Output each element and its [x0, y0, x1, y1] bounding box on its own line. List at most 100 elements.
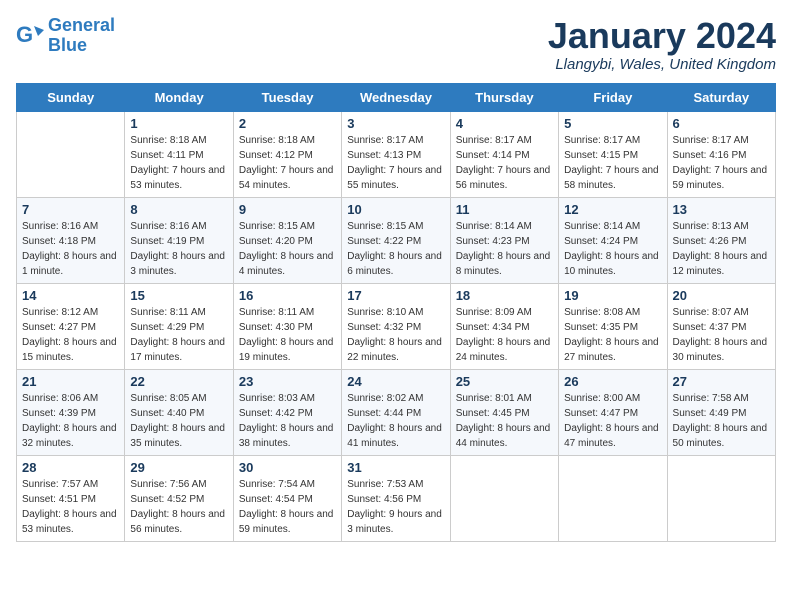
day-info: Sunrise: 7:58 AMSunset: 4:49 PMDaylight:… [673, 391, 770, 451]
header-thursday: Thursday [450, 83, 558, 111]
day-number: 25 [456, 374, 553, 389]
cell-1-2: 1Sunrise: 8:18 AMSunset: 4:11 PMDaylight… [125, 111, 233, 197]
title-block: January 2024 Llangybi, Wales, United Kin… [548, 16, 776, 73]
day-number: 5 [564, 116, 661, 131]
page-header: G General Blue January 2024 Llangybi, Wa… [16, 16, 776, 73]
day-number: 10 [347, 202, 444, 217]
cell-5-5 [450, 455, 558, 541]
header-monday: Monday [125, 83, 233, 111]
cell-2-6: 12Sunrise: 8:14 AMSunset: 4:24 PMDayligh… [559, 197, 667, 283]
day-number: 4 [456, 116, 553, 131]
day-number: 3 [347, 116, 444, 131]
day-number: 23 [239, 374, 336, 389]
day-number: 19 [564, 288, 661, 303]
day-info: Sunrise: 8:16 AMSunset: 4:19 PMDaylight:… [130, 219, 227, 279]
cell-2-7: 13Sunrise: 8:13 AMSunset: 4:26 PMDayligh… [667, 197, 775, 283]
week-row-5: 28 Sunrise: 7:57 AMSunset: 4:51 PMDayligh… [17, 455, 776, 541]
header-tuesday: Tuesday [233, 83, 341, 111]
day-number: 21 [22, 374, 119, 389]
day-info: Sunrise: 8:02 AMSunset: 4:44 PMDaylight:… [347, 391, 444, 451]
day-number: 14 [22, 288, 119, 303]
day-info: Sunrise: 8:10 AMSunset: 4:32 PMDaylight:… [347, 305, 444, 365]
day-number: 2 [239, 116, 336, 131]
day-number: 29 [130, 460, 227, 475]
cell-5-2: 29 Sunrise: 7:56 AMSunset: 4:52 PMDayligh… [125, 455, 233, 541]
day-number: 24 [347, 374, 444, 389]
cell-4-6: 26Sunrise: 8:00 AMSunset: 4:47 PMDayligh… [559, 369, 667, 455]
logo-blue: Blue [48, 35, 87, 55]
day-number: 15 [130, 288, 227, 303]
day-info: Sunrise: 8:01 AMSunset: 4:45 PMDaylight:… [456, 391, 553, 451]
cell-4-2: 22Sunrise: 8:05 AMSunset: 4:40 PMDayligh… [125, 369, 233, 455]
day-number: 8 [130, 202, 227, 217]
cell-3-3: 16 Sunrise: 8:11 AMSunset: 4:30 PMDayligh… [233, 283, 341, 369]
cell-5-6 [559, 455, 667, 541]
day-info: Sunrise: 7:53 AMSunset: 4:56 PMDaylight:… [347, 477, 444, 537]
day-info: Sunrise: 8:13 AMSunset: 4:26 PMDaylight:… [673, 219, 770, 279]
cell-4-1: 21 Sunrise: 8:06 AMSunset: 4:39 PMDayligh… [17, 369, 125, 455]
day-number: 9 [239, 202, 336, 217]
header-wednesday: Wednesday [342, 83, 450, 111]
cell-3-1: 14 Sunrise: 8:12 AMSunset: 4:27 PMDayligh… [17, 283, 125, 369]
cell-5-1: 28 Sunrise: 7:57 AMSunset: 4:51 PMDayligh… [17, 455, 125, 541]
cell-3-5: 18 Sunrise: 8:09 AMSunset: 4:34 PMDayligh… [450, 283, 558, 369]
day-info: Sunrise: 8:17 AMSunset: 4:15 PMDaylight:… [564, 133, 661, 193]
cell-1-5: 4 Sunrise: 8:17 AMSunset: 4:14 PMDaylight… [450, 111, 558, 197]
day-info: Sunrise: 8:15 AMSunset: 4:20 PMDaylight:… [239, 219, 336, 279]
day-info: Sunrise: 8:06 AMSunset: 4:39 PMDaylight:… [22, 391, 119, 451]
day-number: 11 [456, 202, 553, 217]
day-number: 20 [673, 288, 770, 303]
day-info: Sunrise: 8:07 AMSunset: 4:37 PMDaylight:… [673, 305, 770, 365]
day-number: 7 [22, 202, 119, 217]
day-info: Sunrise: 8:08 AMSunset: 4:35 PMDaylight:… [564, 305, 661, 365]
location: Llangybi, Wales, United Kingdom [548, 56, 776, 73]
cell-3-2: 15Sunrise: 8:11 AMSunset: 4:29 PMDayligh… [125, 283, 233, 369]
day-number: 27 [673, 374, 770, 389]
cell-2-3: 9 Sunrise: 8:15 AMSunset: 4:20 PMDaylight… [233, 197, 341, 283]
day-number: 28 [22, 460, 119, 475]
cell-5-3: 30Sunrise: 7:54 AMSunset: 4:54 PMDayligh… [233, 455, 341, 541]
day-number: 18 [456, 288, 553, 303]
cell-1-4: 3 Sunrise: 8:17 AMSunset: 4:13 PMDaylight… [342, 111, 450, 197]
cell-5-4: 31 Sunrise: 7:53 AMSunset: 4:56 PMDayligh… [342, 455, 450, 541]
day-info: Sunrise: 8:17 AMSunset: 4:13 PMDaylight:… [347, 133, 444, 193]
cell-5-7 [667, 455, 775, 541]
day-number: 31 [347, 460, 444, 475]
cell-4-4: 24 Sunrise: 8:02 AMSunset: 4:44 PMDayligh… [342, 369, 450, 455]
cell-2-1: 7 Sunrise: 8:16 AMSunset: 4:18 PMDaylight… [17, 197, 125, 283]
day-info: Sunrise: 8:18 AMSunset: 4:12 PMDaylight:… [239, 133, 336, 193]
day-info: Sunrise: 8:05 AMSunset: 4:40 PMDaylight:… [130, 391, 227, 451]
day-number: 17 [347, 288, 444, 303]
cell-3-6: 19 Sunrise: 8:08 AMSunset: 4:35 PMDayligh… [559, 283, 667, 369]
week-row-3: 14 Sunrise: 8:12 AMSunset: 4:27 PMDayligh… [17, 283, 776, 369]
svg-text:G: G [16, 22, 33, 47]
cell-3-4: 17 Sunrise: 8:10 AMSunset: 4:32 PMDayligh… [342, 283, 450, 369]
week-row-1: 1Sunrise: 8:18 AMSunset: 4:11 PMDaylight… [17, 111, 776, 197]
day-info: Sunrise: 8:17 AMSunset: 4:14 PMDaylight:… [456, 133, 553, 193]
day-info: Sunrise: 8:16 AMSunset: 4:18 PMDaylight:… [22, 219, 119, 279]
cell-4-3: 23Sunrise: 8:03 AMSunset: 4:42 PMDayligh… [233, 369, 341, 455]
day-number: 12 [564, 202, 661, 217]
cell-4-5: 25 Sunrise: 8:01 AMSunset: 4:45 PMDayligh… [450, 369, 558, 455]
day-info: Sunrise: 7:57 AMSunset: 4:51 PMDaylight:… [22, 477, 119, 537]
day-number: 1 [130, 116, 227, 131]
month-title: January 2024 [548, 16, 776, 56]
day-number: 26 [564, 374, 661, 389]
calendar-header: Sunday Monday Tuesday Wednesday Thursday… [17, 83, 776, 111]
cell-1-3: 2 Sunrise: 8:18 AMSunset: 4:12 PMDaylight… [233, 111, 341, 197]
day-info: Sunrise: 8:15 AMSunset: 4:22 PMDaylight:… [347, 219, 444, 279]
logo-general: General [48, 15, 115, 35]
cell-1-1 [17, 111, 125, 197]
day-info: Sunrise: 8:12 AMSunset: 4:27 PMDaylight:… [22, 305, 119, 365]
day-info: Sunrise: 7:56 AMSunset: 4:52 PMDaylight:… [130, 477, 227, 537]
day-info: Sunrise: 8:09 AMSunset: 4:34 PMDaylight:… [456, 305, 553, 365]
day-number: 16 [239, 288, 336, 303]
cell-1-6: 5 Sunrise: 8:17 AMSunset: 4:15 PMDaylight… [559, 111, 667, 197]
day-info: Sunrise: 8:11 AMSunset: 4:30 PMDaylight:… [239, 305, 336, 365]
header-row: Sunday Monday Tuesday Wednesday Thursday… [17, 83, 776, 111]
cell-3-7: 20 Sunrise: 8:07 AMSunset: 4:37 PMDayligh… [667, 283, 775, 369]
cell-2-2: 8 Sunrise: 8:16 AMSunset: 4:19 PMDaylight… [125, 197, 233, 283]
day-info: Sunrise: 7:54 AMSunset: 4:54 PMDaylight:… [239, 477, 336, 537]
cell-1-7: 6Sunrise: 8:17 AMSunset: 4:16 PMDaylight… [667, 111, 775, 197]
header-friday: Friday [559, 83, 667, 111]
